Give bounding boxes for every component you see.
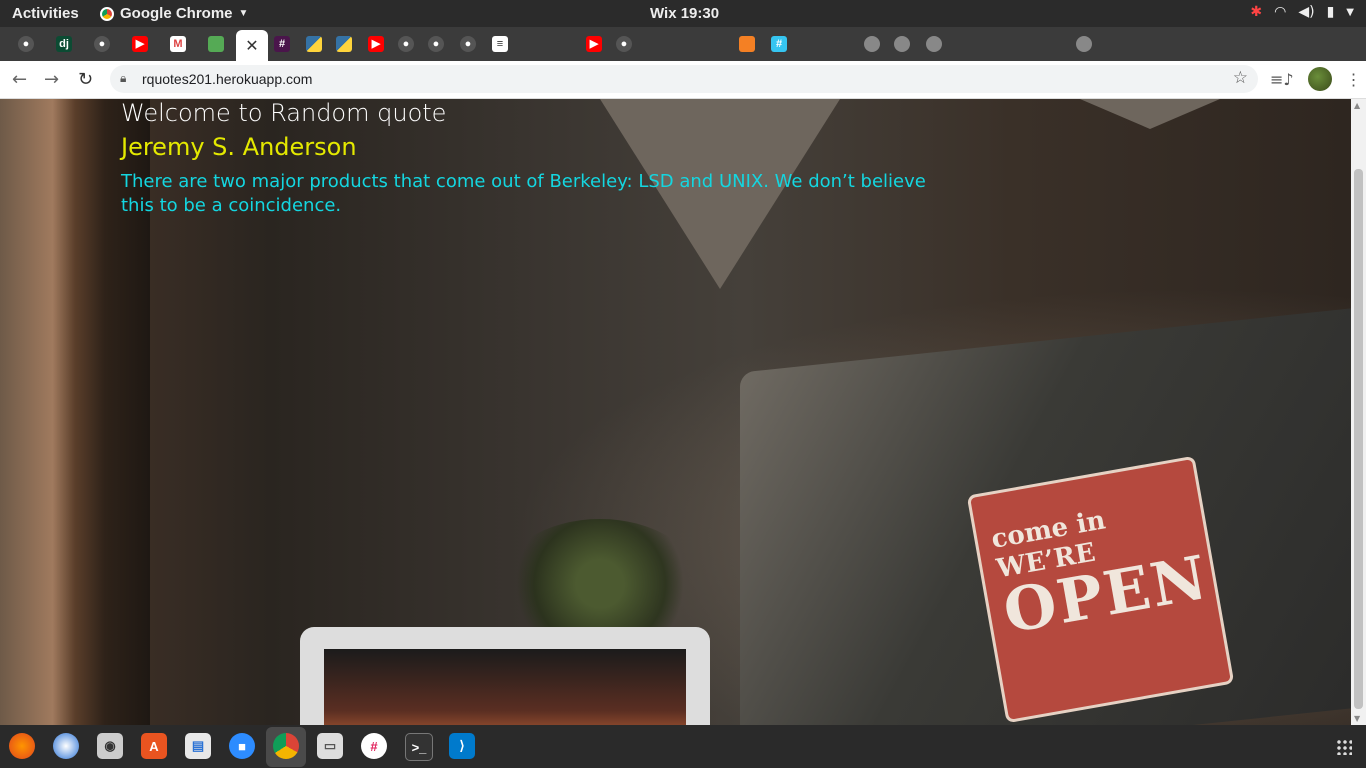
github-icon: ● xyxy=(460,36,476,52)
github-icon: ● xyxy=(428,36,444,52)
tab-github[interactable]: ● xyxy=(392,30,420,58)
files-icon[interactable]: ▭ xyxy=(317,733,343,759)
menu-icon[interactable]: ⋮ xyxy=(1346,70,1362,89)
tab-list[interactable]: ≡ xyxy=(486,30,514,58)
background-decor xyxy=(1080,99,1220,129)
zoom-icon[interactable]: ■ xyxy=(229,733,255,759)
lock-icon[interactable]: 🔒︎ xyxy=(120,71,126,86)
screenshot-icon[interactable]: ◉ xyxy=(97,733,123,759)
terminal-icon[interactable]: >_ xyxy=(405,733,433,761)
scroll-down-icon[interactable]: ▼ xyxy=(1354,714,1360,723)
tab-web[interactable] xyxy=(888,30,916,58)
notification-icon[interactable]: ✱ xyxy=(1250,4,1262,20)
github-icon: ● xyxy=(398,36,414,52)
tab-slack[interactable]: # xyxy=(765,30,793,58)
tab-strip: ● dj ● ▶ M ✕ # ▶ ● ● ● ≡ ▶ ● # + xyxy=(0,27,1366,84)
youtube-icon: ▶ xyxy=(368,36,384,52)
globe-icon xyxy=(926,36,942,52)
tab-youtube[interactable]: ▶ xyxy=(580,30,608,58)
globe-icon xyxy=(864,36,880,52)
globe-icon xyxy=(894,36,910,52)
open-sign-image: come in WE’RE OPEN xyxy=(966,455,1235,724)
tab-active[interactable]: ✕ xyxy=(236,30,268,61)
wifi-icon: ◠ xyxy=(1274,4,1287,20)
tab-youtube[interactable]: ▶ xyxy=(362,30,390,58)
list-icon: ≡ xyxy=(492,36,508,52)
tab-generic[interactable] xyxy=(202,30,230,58)
back-button[interactable]: ← xyxy=(12,69,27,90)
python-icon xyxy=(336,36,352,52)
scroll-thumb[interactable] xyxy=(1354,169,1363,709)
show-apps-icon[interactable] xyxy=(1336,739,1352,755)
github-icon: ● xyxy=(18,36,34,52)
slack-icon[interactable]: # xyxy=(361,733,387,759)
tab-slack[interactable]: # xyxy=(268,30,296,58)
github-icon: ● xyxy=(616,36,632,52)
tab-github[interactable]: ● xyxy=(610,30,638,58)
tab-github[interactable]: ● xyxy=(422,30,450,58)
close-icon[interactable]: ✕ xyxy=(245,36,258,55)
system-top-bar: Activities Google Chrome ▼ Wix 19:30 ✱ ◠… xyxy=(0,0,1366,27)
page-viewport: come in WE’RE OPEN Welcome to Random quo… xyxy=(0,99,1351,725)
tab-github[interactable]: ● xyxy=(12,30,40,58)
text-editor-icon[interactable]: ▤ xyxy=(185,733,211,759)
tab-python[interactable] xyxy=(300,30,328,58)
tab-web[interactable] xyxy=(920,30,948,58)
tab-github[interactable]: ● xyxy=(454,30,482,58)
scroll-up-icon[interactable]: ▲ xyxy=(1354,101,1360,110)
page-title: Welcome to Random quote xyxy=(121,99,447,127)
youtube-icon: ▶ xyxy=(132,36,148,52)
vscode-icon[interactable]: ⟩ xyxy=(449,733,475,759)
omnibox[interactable]: 🔒︎ rquotes201.herokuapp.com ☆ xyxy=(110,65,1258,93)
clock[interactable]: Wix 19:30 xyxy=(650,5,719,22)
forward-button[interactable]: → xyxy=(44,69,59,90)
avatar[interactable] xyxy=(1307,67,1332,91)
volume-icon: ◀) xyxy=(1298,4,1315,20)
tab-web[interactable] xyxy=(1070,30,1098,58)
gmail-icon: M xyxy=(170,36,186,52)
dock: ◉ A ▤ ■ ▭ # >_ ⟩ xyxy=(0,725,1366,768)
media-controls-icon[interactable]: ≡♪ xyxy=(1270,70,1294,89)
url-text[interactable]: rquotes201.herokuapp.com xyxy=(142,71,312,87)
software-center-icon[interactable]: A xyxy=(141,733,167,759)
chrome-icon[interactable] xyxy=(273,733,299,759)
stackoverflow-icon xyxy=(739,36,755,52)
chevron-down-icon: ▼ xyxy=(238,8,249,19)
battery-icon: ▮ xyxy=(1326,4,1335,20)
tab-django[interactable]: dj xyxy=(50,30,78,58)
slack-icon: # xyxy=(274,36,290,52)
activities-button[interactable]: Activities xyxy=(12,5,79,22)
python-icon xyxy=(306,36,322,52)
bookmark-star-icon[interactable]: ☆ xyxy=(1233,68,1248,88)
reload-button[interactable]: ↻ xyxy=(78,69,93,90)
github-icon: ● xyxy=(94,36,110,52)
tab-gmail[interactable]: M xyxy=(164,30,192,58)
tab-python[interactable] xyxy=(330,30,358,58)
quote-author: Jeremy S. Anderson xyxy=(121,133,357,161)
globe-icon xyxy=(1076,36,1092,52)
tab-youtube[interactable]: ▶ xyxy=(126,30,154,58)
tab-github[interactable]: ● xyxy=(88,30,116,58)
thunderbird-icon[interactable] xyxy=(53,733,79,759)
chrome-icon xyxy=(100,6,114,21)
tab-stackoverflow[interactable] xyxy=(733,30,761,58)
page-scrollbar[interactable]: ▲ ▼ xyxy=(1351,99,1366,725)
app-menu[interactable]: Google Chrome ▼ xyxy=(100,5,248,22)
address-bar: ← → ↻ 🔒︎ rquotes201.herokuapp.com ☆ ≡♪ ⋮ xyxy=(0,61,1366,99)
app-name: Google Chrome xyxy=(120,5,233,22)
tab-web[interactable] xyxy=(858,30,886,58)
quote-text: There are two major products that come o… xyxy=(121,171,926,216)
firefox-icon[interactable] xyxy=(9,733,35,759)
slack-icon: # xyxy=(771,36,787,52)
django-icon: dj xyxy=(56,36,72,52)
background-laptop xyxy=(300,627,710,725)
generic-tab-icon xyxy=(208,36,224,52)
youtube-icon: ▶ xyxy=(586,36,602,52)
chevron-down-icon: ▼ xyxy=(1346,6,1354,18)
system-tray[interactable]: ✱ ◠ ◀) ▮ ▼ xyxy=(1250,4,1354,20)
